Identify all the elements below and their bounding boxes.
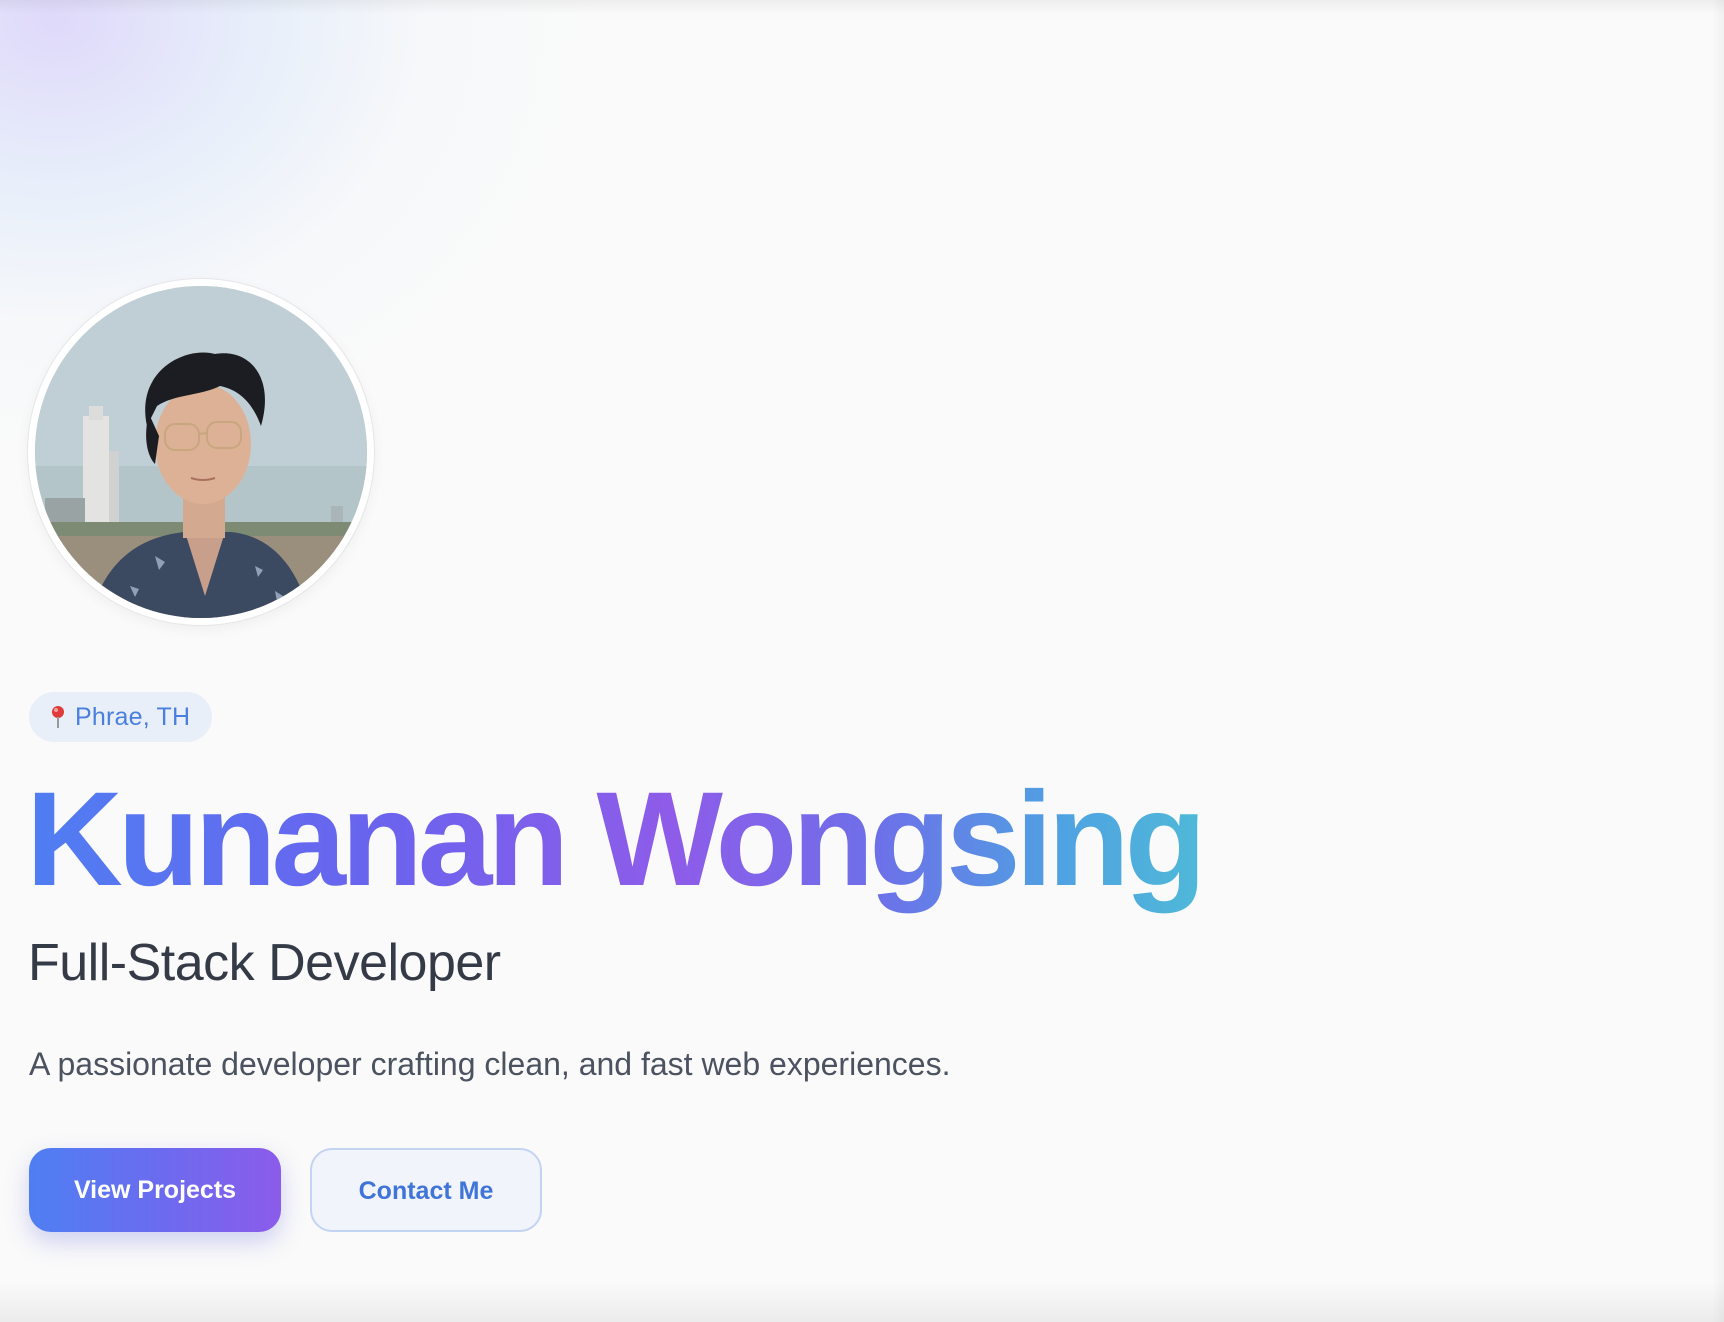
avatar-photo [35, 286, 367, 618]
location-text: Phrae, TH [75, 702, 191, 731]
hero-page: Phrae, TH Kunanan Wongsing Full-Stack De… [0, 0, 1724, 1322]
profile-name: Kunanan Wongsing [26, 760, 1207, 920]
profile-role: Full-Stack Developer [28, 934, 501, 992]
map-pin-icon [49, 705, 67, 729]
contact-me-button[interactable]: Contact Me [310, 1148, 542, 1232]
location-badge: Phrae, TH [29, 692, 213, 742]
view-projects-button[interactable]: View Projects [29, 1148, 281, 1232]
avatar [35, 286, 367, 618]
profile-tagline: A passionate developer crafting clean, a… [29, 1046, 951, 1082]
bottom-edge-shadow [0, 1282, 1724, 1322]
top-edge-shadow [0, 0, 1724, 14]
avatar-frame [28, 279, 374, 625]
right-edge-shadow [1712, 0, 1724, 1322]
